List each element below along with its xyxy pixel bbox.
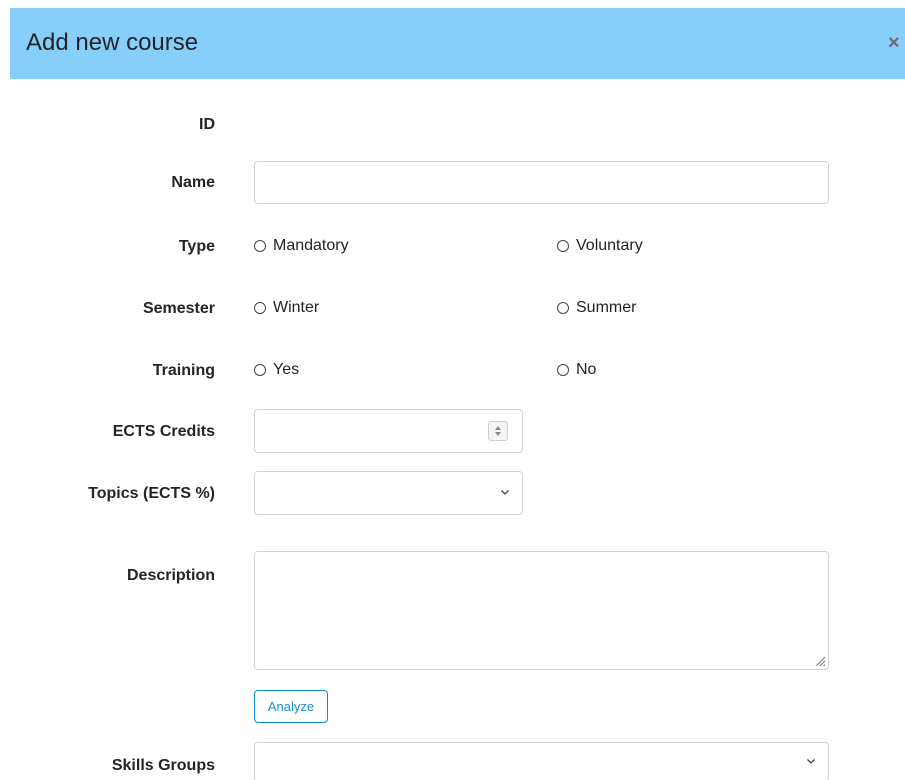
modal-header: Add new course × [10,8,905,79]
semester-radio-summer[interactable]: Summer [557,298,636,318]
training-radio-no[interactable]: No [557,360,596,380]
type-radio-mandatory[interactable]: Mandatory [254,236,349,256]
spinner-up-icon[interactable] [495,426,501,430]
semester-label: Semester [142,300,215,317]
radio-circle[interactable] [557,364,569,376]
skills-groups-label: Skills Groups [111,757,215,774]
analyze-button[interactable]: Analyze [254,690,328,723]
training-option-label: No [576,361,597,378]
type-option-label: Mandatory [273,237,349,254]
close-button[interactable]: × [888,31,905,55]
training-option-label: Yes [273,361,300,378]
resize-grip-icon[interactable] [814,655,826,667]
training-radio-yes[interactable]: Yes [254,360,299,380]
modal-title: Add new course [26,29,199,56]
ects-credits-label: ECTS Credits [112,423,215,440]
radio-circle[interactable] [254,240,266,252]
radio-circle[interactable] [557,302,569,314]
spinner-down-icon[interactable] [495,432,501,436]
type-option-label: Voluntary [576,237,643,254]
ects-credits-input[interactable] [254,409,523,453]
name-label: Name [171,174,215,191]
chevron-down-icon [501,490,509,495]
id-label: ID [199,116,215,133]
name-input[interactable] [254,161,829,204]
description-label: Description [126,567,215,584]
description-textarea[interactable] [254,551,829,670]
type-label: Type [178,238,215,255]
radio-circle[interactable] [254,302,266,314]
radio-circle[interactable] [254,364,266,376]
training-label: Training [152,362,215,379]
skills-groups-select[interactable] [254,742,829,780]
chevron-down-icon [807,759,815,764]
topics-select[interactable] [254,471,523,515]
close-icon: × [888,32,900,54]
semester-option-label: Summer [576,299,637,316]
type-radio-voluntary[interactable]: Voluntary [557,236,643,256]
radio-circle[interactable] [557,240,569,252]
semester-radio-winter[interactable]: Winter [254,298,319,318]
semester-option-label: Winter [273,299,320,316]
spinner-arrows-icon[interactable] [488,421,508,441]
topics-label: Topics (ECTS %) [88,485,215,502]
add-course-modal: Add new course × ID Name Type Mandatory … [0,0,905,780]
